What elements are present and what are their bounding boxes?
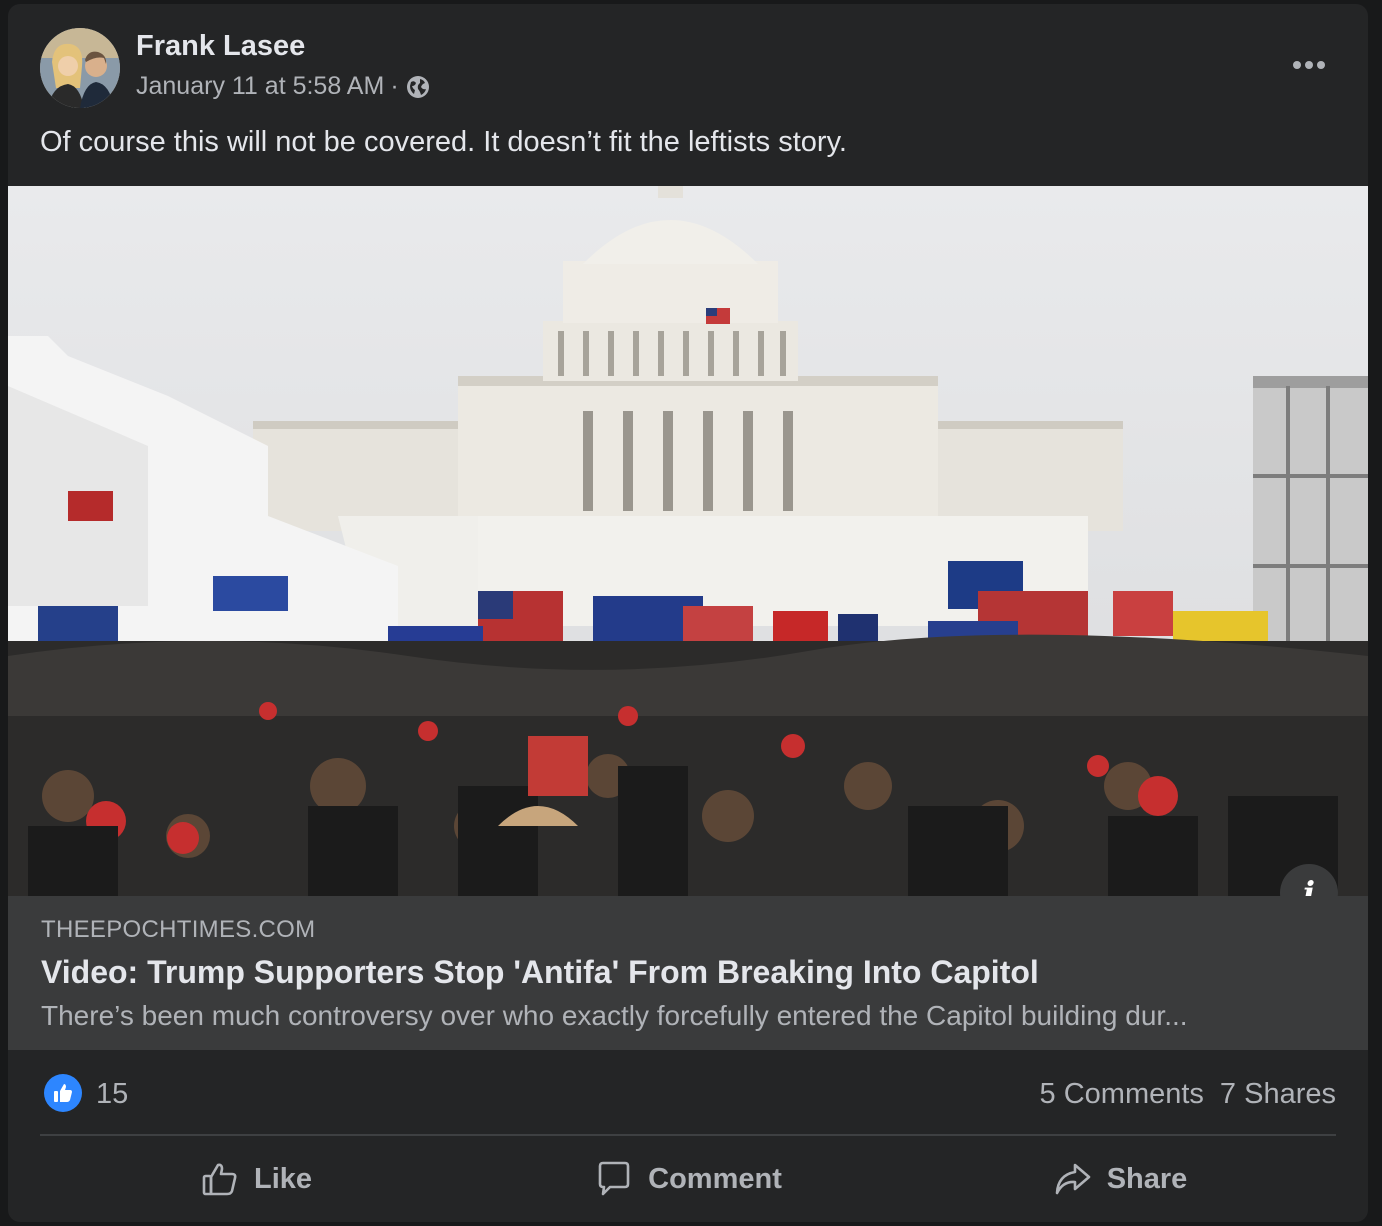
like-reaction-icon[interactable] [44, 1074, 82, 1112]
post-actions: Like Comment Share [40, 1144, 1336, 1214]
comment-bubble-icon [598, 1161, 630, 1196]
link-preview-image[interactable] [8, 186, 1368, 896]
thumbs-up-icon [202, 1163, 237, 1196]
actions-divider [40, 1134, 1336, 1136]
post-card: Frank Lasee January 11 at 5:58 AM · Of c… [8, 4, 1368, 1222]
comment-button[interactable]: Comment [472, 1144, 904, 1214]
link-headline[interactable]: Video: Trump Supporters Stop 'Antifa' Fr… [41, 954, 1039, 991]
link-domain: THEEPOCHTIMES.COM [41, 916, 316, 943]
link-caption[interactable]: THEEPOCHTIMES.COM Video: Trump Supporter… [8, 896, 1368, 1050]
post-message: Of course this will not be covered. It d… [40, 126, 847, 158]
comment-label: Comment [648, 1162, 782, 1195]
more-options-icon[interactable] [1284, 50, 1334, 80]
engagement-counts: 5 Comments 7 Shares [1040, 1078, 1336, 1111]
shares-count[interactable]: 7 Shares [1220, 1078, 1336, 1111]
reaction-stats: 15 5 Comments 7 Shares [40, 1070, 1336, 1116]
share-arrow-icon [1055, 1163, 1090, 1195]
post-meta: January 11 at 5:58 AM · [136, 72, 431, 101]
post-timestamp[interactable]: January 11 at 5:58 AM [136, 72, 384, 101]
author-name[interactable]: Frank Lasee [136, 30, 305, 63]
like-label: Like [253, 1162, 313, 1195]
author-avatar[interactable] [40, 28, 120, 108]
comments-count[interactable]: 5 Comments [1040, 1078, 1204, 1111]
reactions-count[interactable]: 15 [96, 1078, 128, 1111]
meta-separator: · [390, 72, 399, 100]
share-label: Share [1106, 1162, 1188, 1195]
link-description: There’s been much controversy over who e… [41, 1000, 1188, 1031]
globe-icon[interactable] [405, 74, 431, 100]
like-button[interactable]: Like [40, 1144, 472, 1214]
share-button[interactable]: Share [904, 1144, 1336, 1214]
